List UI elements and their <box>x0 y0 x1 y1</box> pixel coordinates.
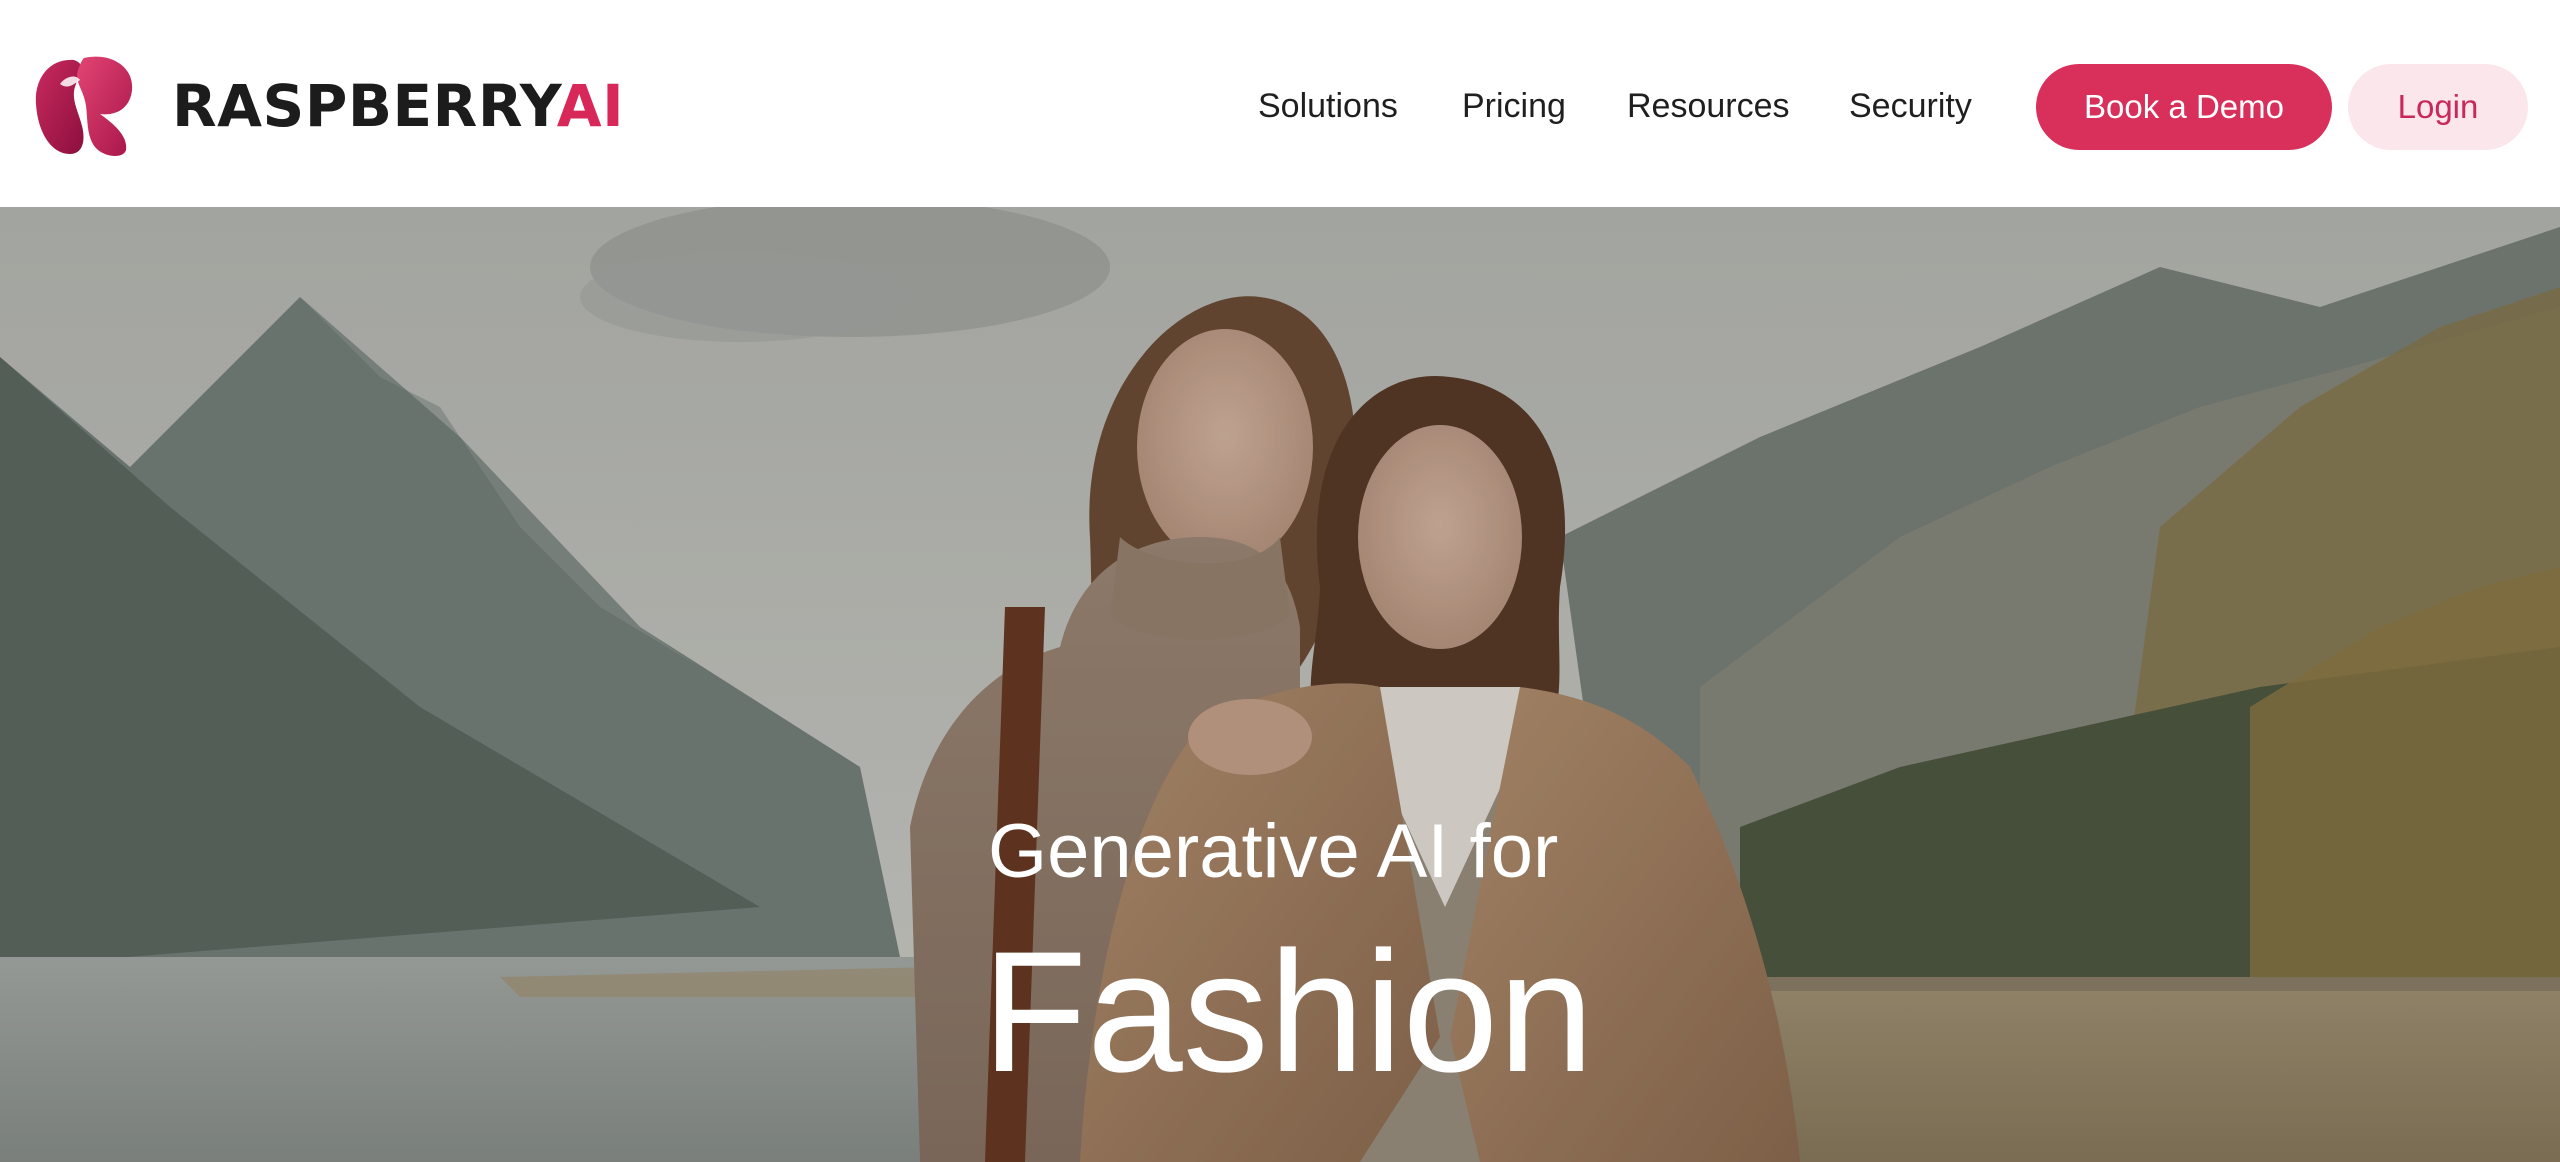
nav-security[interactable]: Security <box>1849 82 1972 130</box>
brand-wordmark[interactable]: RASPBERRYAI <box>172 72 624 140</box>
hero-subtitle: Generative AI for <box>988 809 1559 894</box>
brand-name-accent: AI <box>556 72 625 140</box>
site-header: RASPBERRYAI Solutions Pricing Resources … <box>0 0 2560 207</box>
brand-name-main: RASPBERRY <box>172 72 557 140</box>
raspberry-logo-icon[interactable] <box>30 54 138 158</box>
hero-section: Generative AI for Fashion <box>0 207 2560 1162</box>
nav-solutions[interactable]: Solutions <box>1258 82 1398 130</box>
book-demo-button[interactable]: Book a Demo <box>2036 64 2332 150</box>
nav-pricing[interactable]: Pricing <box>1462 82 1566 130</box>
nav-resources[interactable]: Resources <box>1627 82 1790 130</box>
hero-title: Fashion <box>982 916 1594 1108</box>
login-button[interactable]: Login <box>2348 64 2528 150</box>
